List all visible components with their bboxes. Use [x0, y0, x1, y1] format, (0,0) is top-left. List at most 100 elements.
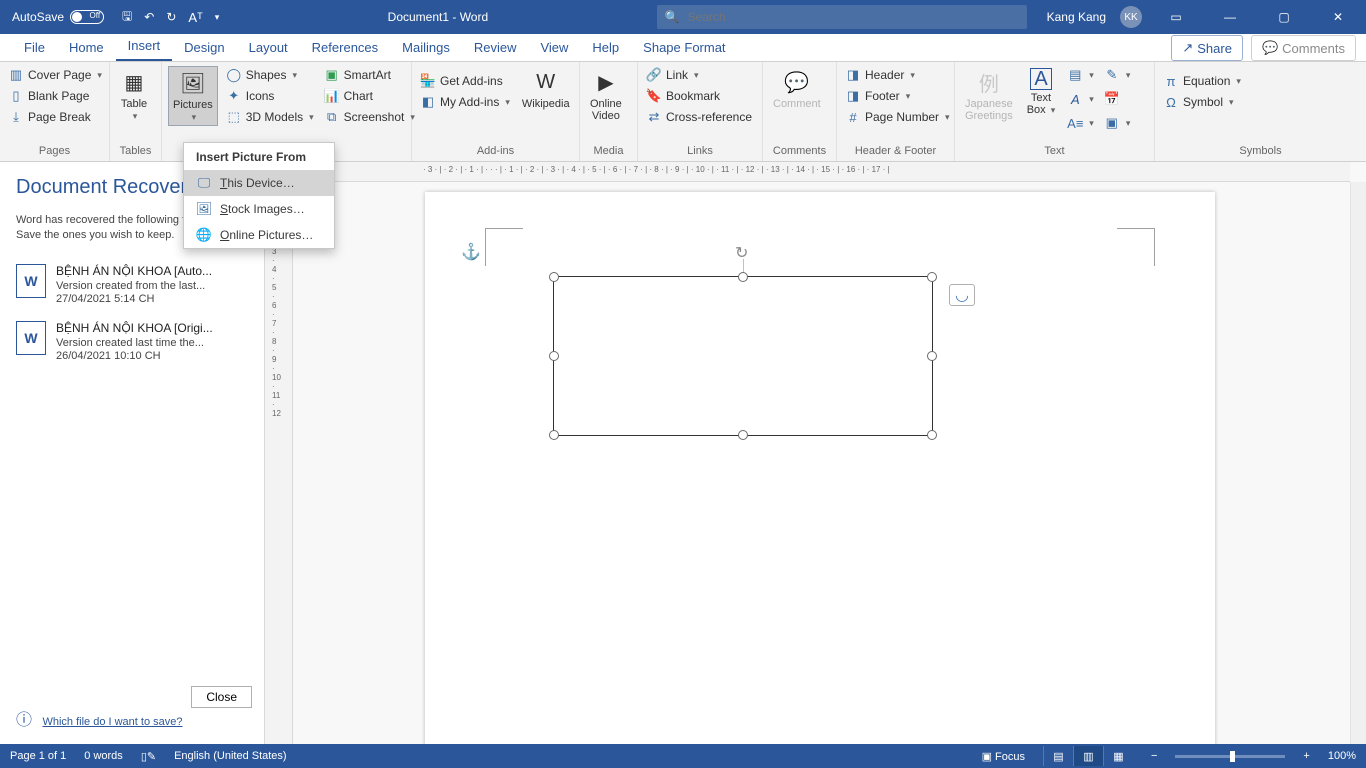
save-icon[interactable]: 🖫 [122, 7, 132, 28]
share-button[interactable]: ↗Share [1171, 35, 1243, 61]
chart-button[interactable]: 📊Chart [322, 87, 417, 105]
pictures-button[interactable]: 🖼 Pictures▾ [168, 66, 218, 126]
recovery-item-date: 26/04/2021 10:10 CH [56, 350, 236, 362]
drop-cap-button[interactable]: A≡▾ [1065, 114, 1096, 132]
get-addins-button[interactable]: 🏪Get Add-ins [418, 72, 512, 90]
status-language[interactable]: English (United States) [174, 750, 287, 762]
spellcheck-icon[interactable]: ▯✎ [141, 750, 156, 763]
zoom-out-icon[interactable]: − [1151, 750, 1157, 762]
resize-handle[interactable] [549, 351, 559, 361]
user-name[interactable]: Kang Kang [1047, 10, 1106, 24]
tab-review[interactable]: Review [462, 35, 529, 61]
web-layout-icon[interactable]: ▦ [1103, 746, 1133, 766]
maximize-icon[interactable]: ▢ [1264, 0, 1304, 34]
page-break-button[interactable]: ⤓Page Break [6, 108, 104, 126]
cross-reference-button[interactable]: ⇄Cross-reference [644, 108, 754, 126]
resize-handle[interactable] [927, 430, 937, 440]
selected-shape[interactable]: ↻ [553, 276, 933, 436]
comments-button[interactable]: 💬Comments [1251, 35, 1356, 61]
shapes-icon: ◯ [226, 67, 242, 83]
zoom-slider[interactable] [1175, 755, 1285, 758]
resize-handle[interactable] [738, 272, 748, 282]
link-button[interactable]: 🔗Link▾ [644, 66, 754, 84]
vertical-ruler[interactable]: ·1·2·3·4·5·6·7·8·9·10·11·12 [265, 182, 293, 744]
autosave-toggle[interactable]: AutoSave Off [12, 10, 104, 24]
focus-mode-button[interactable]: ▣ Focus [982, 750, 1025, 763]
resize-handle[interactable] [549, 272, 559, 282]
vertical-scrollbar[interactable] [1350, 182, 1366, 744]
recovery-item[interactable]: BỆNH ÁN NỘI KHOA [Auto... Version create… [16, 254, 264, 311]
quick-parts-button[interactable]: ▤▾ [1065, 66, 1096, 84]
signature-line-button[interactable]: ✎▾ [1102, 66, 1133, 84]
group-label-links: Links [638, 145, 762, 161]
tab-file[interactable]: File [12, 35, 57, 61]
word-doc-icon [16, 264, 46, 298]
smartart-button[interactable]: ▣SmartArt [322, 66, 417, 84]
undo-icon[interactable]: ↶ [144, 10, 154, 24]
page[interactable]: ⚓ ↻ ◡ [425, 192, 1215, 744]
touch-mode-icon[interactable]: Aᵀ [188, 10, 202, 25]
menu-item-this-device[interactable]: 🖵This Device… [184, 170, 334, 196]
hash-icon: # [845, 109, 861, 125]
wordart-button[interactable]: A▾ [1065, 90, 1096, 108]
resize-handle[interactable] [927, 272, 937, 282]
zoom-level[interactable]: 100% [1328, 750, 1356, 762]
tab-insert[interactable]: Insert [116, 33, 173, 61]
menu-item-stock-images[interactable]: 🖼Stock Images… [184, 196, 334, 222]
bookmark-button[interactable]: 🔖Bookmark [644, 87, 754, 105]
resize-handle[interactable] [549, 430, 559, 440]
document-canvas[interactable]: · 3 · | · 2 · | · 1 · | · · · | · 1 · | … [265, 162, 1366, 744]
ribbon-display-icon[interactable]: ▭ [1156, 0, 1196, 34]
wikipedia-button[interactable]: W Wikipedia [518, 66, 574, 112]
resize-handle[interactable] [927, 351, 937, 361]
tab-home[interactable]: Home [57, 35, 116, 61]
minimize-icon[interactable]: — [1210, 0, 1250, 34]
tab-design[interactable]: Design [172, 35, 236, 61]
symbol-button[interactable]: ΩSymbol▾ [1161, 93, 1243, 111]
rotate-handle-icon[interactable]: ↻ [735, 243, 751, 259]
tab-mailings[interactable]: Mailings [390, 35, 462, 61]
recovery-close-button[interactable]: Close [191, 686, 252, 708]
footer-button[interactable]: ◨Footer▾ [843, 87, 952, 105]
layout-options-button[interactable]: ◡ [949, 284, 975, 306]
object-button[interactable]: ▣▾ [1102, 114, 1133, 132]
menu-item-online-pictures[interactable]: 🌐Online Pictures… [184, 222, 334, 248]
my-addins-button[interactable]: ◧My Add-ins▾ [418, 93, 512, 111]
chart-icon: 📊 [324, 88, 340, 104]
redo-icon[interactable]: ↻ [166, 10, 176, 24]
tab-view[interactable]: View [528, 35, 580, 61]
search-input[interactable] [688, 10, 1019, 24]
horizontal-ruler[interactable]: · 3 · | · 2 · | · 1 · | · · · | · 1 · | … [293, 162, 1350, 182]
resize-handle[interactable] [738, 430, 748, 440]
tab-layout[interactable]: Layout [237, 35, 300, 61]
icons-button[interactable]: ✦Icons [224, 87, 316, 105]
link-icon: 🔗 [646, 67, 662, 83]
print-layout-icon[interactable]: ▥ [1073, 746, 1103, 766]
tab-references[interactable]: References [300, 35, 390, 61]
which-file-link[interactable]: Which file do I want to save? [42, 716, 182, 728]
shapes-button[interactable]: ◯Shapes▾ [224, 66, 316, 84]
3d-models-button[interactable]: ⬚3D Models▾ [224, 108, 316, 126]
header-button[interactable]: ◨Header▾ [843, 66, 952, 84]
date-time-button[interactable]: 📅 [1102, 90, 1133, 108]
equation-button[interactable]: πEquation▾ [1161, 72, 1243, 90]
table-button[interactable]: ▦ Table▾ [116, 66, 152, 124]
text-box-button[interactable]: A Text Box ▾ [1023, 66, 1060, 118]
tab-shape-format[interactable]: Shape Format [631, 35, 737, 61]
status-page[interactable]: Page 1 of 1 [10, 750, 66, 762]
status-words[interactable]: 0 words [84, 750, 123, 762]
user-avatar[interactable]: KK [1120, 6, 1142, 28]
close-icon[interactable]: ✕ [1318, 0, 1358, 34]
search-box[interactable]: 🔍 [657, 5, 1027, 29]
tab-help[interactable]: Help [580, 35, 631, 61]
screenshot-button[interactable]: ⧉Screenshot▾ [322, 108, 417, 126]
blank-page-button[interactable]: ▯Blank Page [6, 87, 104, 105]
margin-corner-icon [485, 228, 523, 266]
read-mode-icon[interactable]: ▤ [1043, 746, 1073, 766]
cover-page-button[interactable]: ▥Cover Page▾ [6, 66, 104, 84]
recovery-item[interactable]: BỆNH ÁN NỘI KHOA [Origi... Version creat… [16, 311, 264, 368]
online-video-button[interactable]: ▶ Online Video [586, 66, 626, 124]
word-doc-icon [16, 321, 46, 355]
page-number-button[interactable]: #Page Number▾ [843, 108, 952, 126]
zoom-in-icon[interactable]: + [1303, 750, 1309, 762]
